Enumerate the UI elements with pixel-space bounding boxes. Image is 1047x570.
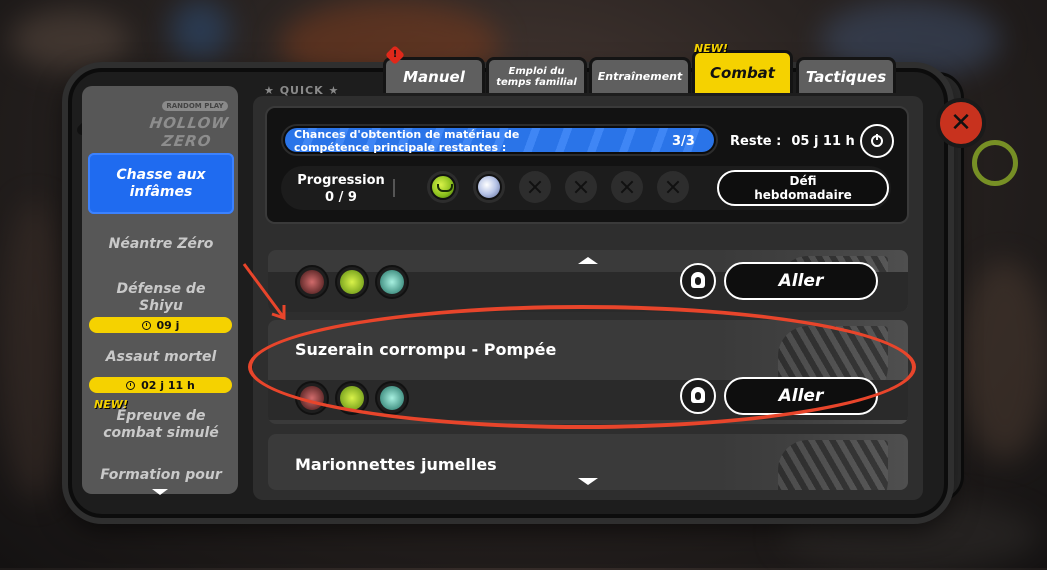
- remaining-time: Reste :05 j 11 h: [730, 134, 855, 149]
- scroll-up-icon[interactable]: [578, 257, 598, 264]
- close-icon: ✕: [950, 108, 972, 138]
- go-button[interactable]: Aller: [724, 377, 878, 415]
- tab-combat[interactable]: Combat: [692, 50, 793, 93]
- tab-entrainement[interactable]: Entraînement: [589, 57, 691, 93]
- go-button[interactable]: Aller: [724, 262, 878, 300]
- sidebar-item-chasse-aux-infames[interactable]: Chasse aux infâmes: [88, 153, 234, 214]
- boss-title: Suzerain corrompu - Pompée: [295, 340, 557, 359]
- tab-manuel[interactable]: Manuel: [383, 57, 485, 93]
- sidebar-item-formation-pour[interactable]: Formation pour: [88, 467, 234, 484]
- divider: [393, 179, 395, 197]
- element-icon: [335, 265, 369, 299]
- weakness-icon: [375, 265, 409, 299]
- progress-slot-empty: [657, 171, 689, 203]
- clock-icon: [141, 320, 151, 330]
- element-green-icon: [340, 270, 364, 294]
- character-red-icon: [300, 270, 324, 294]
- boss-art: [718, 434, 908, 490]
- info-button[interactable]: [680, 378, 716, 414]
- progress-slot-empty: [565, 171, 597, 203]
- reward-silver-icon: [476, 174, 502, 200]
- sidebar-scroll-down-icon[interactable]: [152, 489, 168, 495]
- character-icon: [295, 265, 329, 299]
- assaut-timer-badge: 02 j 11 h: [89, 377, 232, 393]
- element-teal-icon: [380, 386, 404, 410]
- element-icon: [335, 381, 369, 415]
- background-ring-icon: [972, 140, 1018, 186]
- character-red-icon: [300, 386, 324, 410]
- tab-emploi-du-temps-familial[interactable]: Emploi du temps familial: [486, 57, 587, 93]
- boss-title: Marionnettes jumelles: [295, 455, 497, 474]
- material-chances-count: 3/3: [672, 134, 695, 149]
- sidebar-item-defense-de-shiyu[interactable]: Défense de Shiyu: [88, 281, 234, 315]
- power-icon: [871, 134, 883, 147]
- progress-slot-empty: [611, 171, 643, 203]
- ghost-icon: [691, 387, 705, 403]
- shiyu-timer-badge: 09 j: [89, 317, 232, 333]
- sidebar-item-epreuve-de-combat-simule[interactable]: Épreuve de combat simulé: [88, 408, 234, 442]
- element-teal-icon: [380, 270, 404, 294]
- progress-slot-2: [473, 171, 505, 203]
- clock-icon: [126, 380, 136, 390]
- new-badge: NEW!: [694, 42, 728, 55]
- material-chances-label: Chances d'obtention de matériau de compé…: [294, 128, 520, 154]
- alert-icon: !: [385, 45, 405, 65]
- reset-button[interactable]: [860, 124, 894, 158]
- character-icon: [295, 381, 329, 415]
- reward-green-icon: [430, 174, 456, 200]
- hollow-zero-logo: RANDOM PLAY HOLLOW ZERO: [148, 101, 231, 150]
- progression-label: Progression 0 / 9: [297, 173, 385, 205]
- progress-slot-empty: [519, 171, 551, 203]
- weekly-challenge-button[interactable]: Défi hebdomadaire: [717, 170, 889, 206]
- tab-tactiques[interactable]: Tactiques: [796, 57, 896, 93]
- close-button[interactable]: ✕: [936, 98, 986, 148]
- scroll-down-icon[interactable]: [578, 478, 598, 485]
- progress-slot-1: [427, 171, 459, 203]
- info-button[interactable]: [680, 263, 716, 299]
- sidebar-item-assaut-mortel[interactable]: Assaut mortel: [88, 349, 234, 366]
- sidebar-item-neantre-zero[interactable]: Néantre Zéro: [88, 236, 234, 253]
- ghost-icon: [691, 272, 705, 288]
- weakness-icon: [375, 381, 409, 415]
- element-green-icon: [340, 386, 364, 410]
